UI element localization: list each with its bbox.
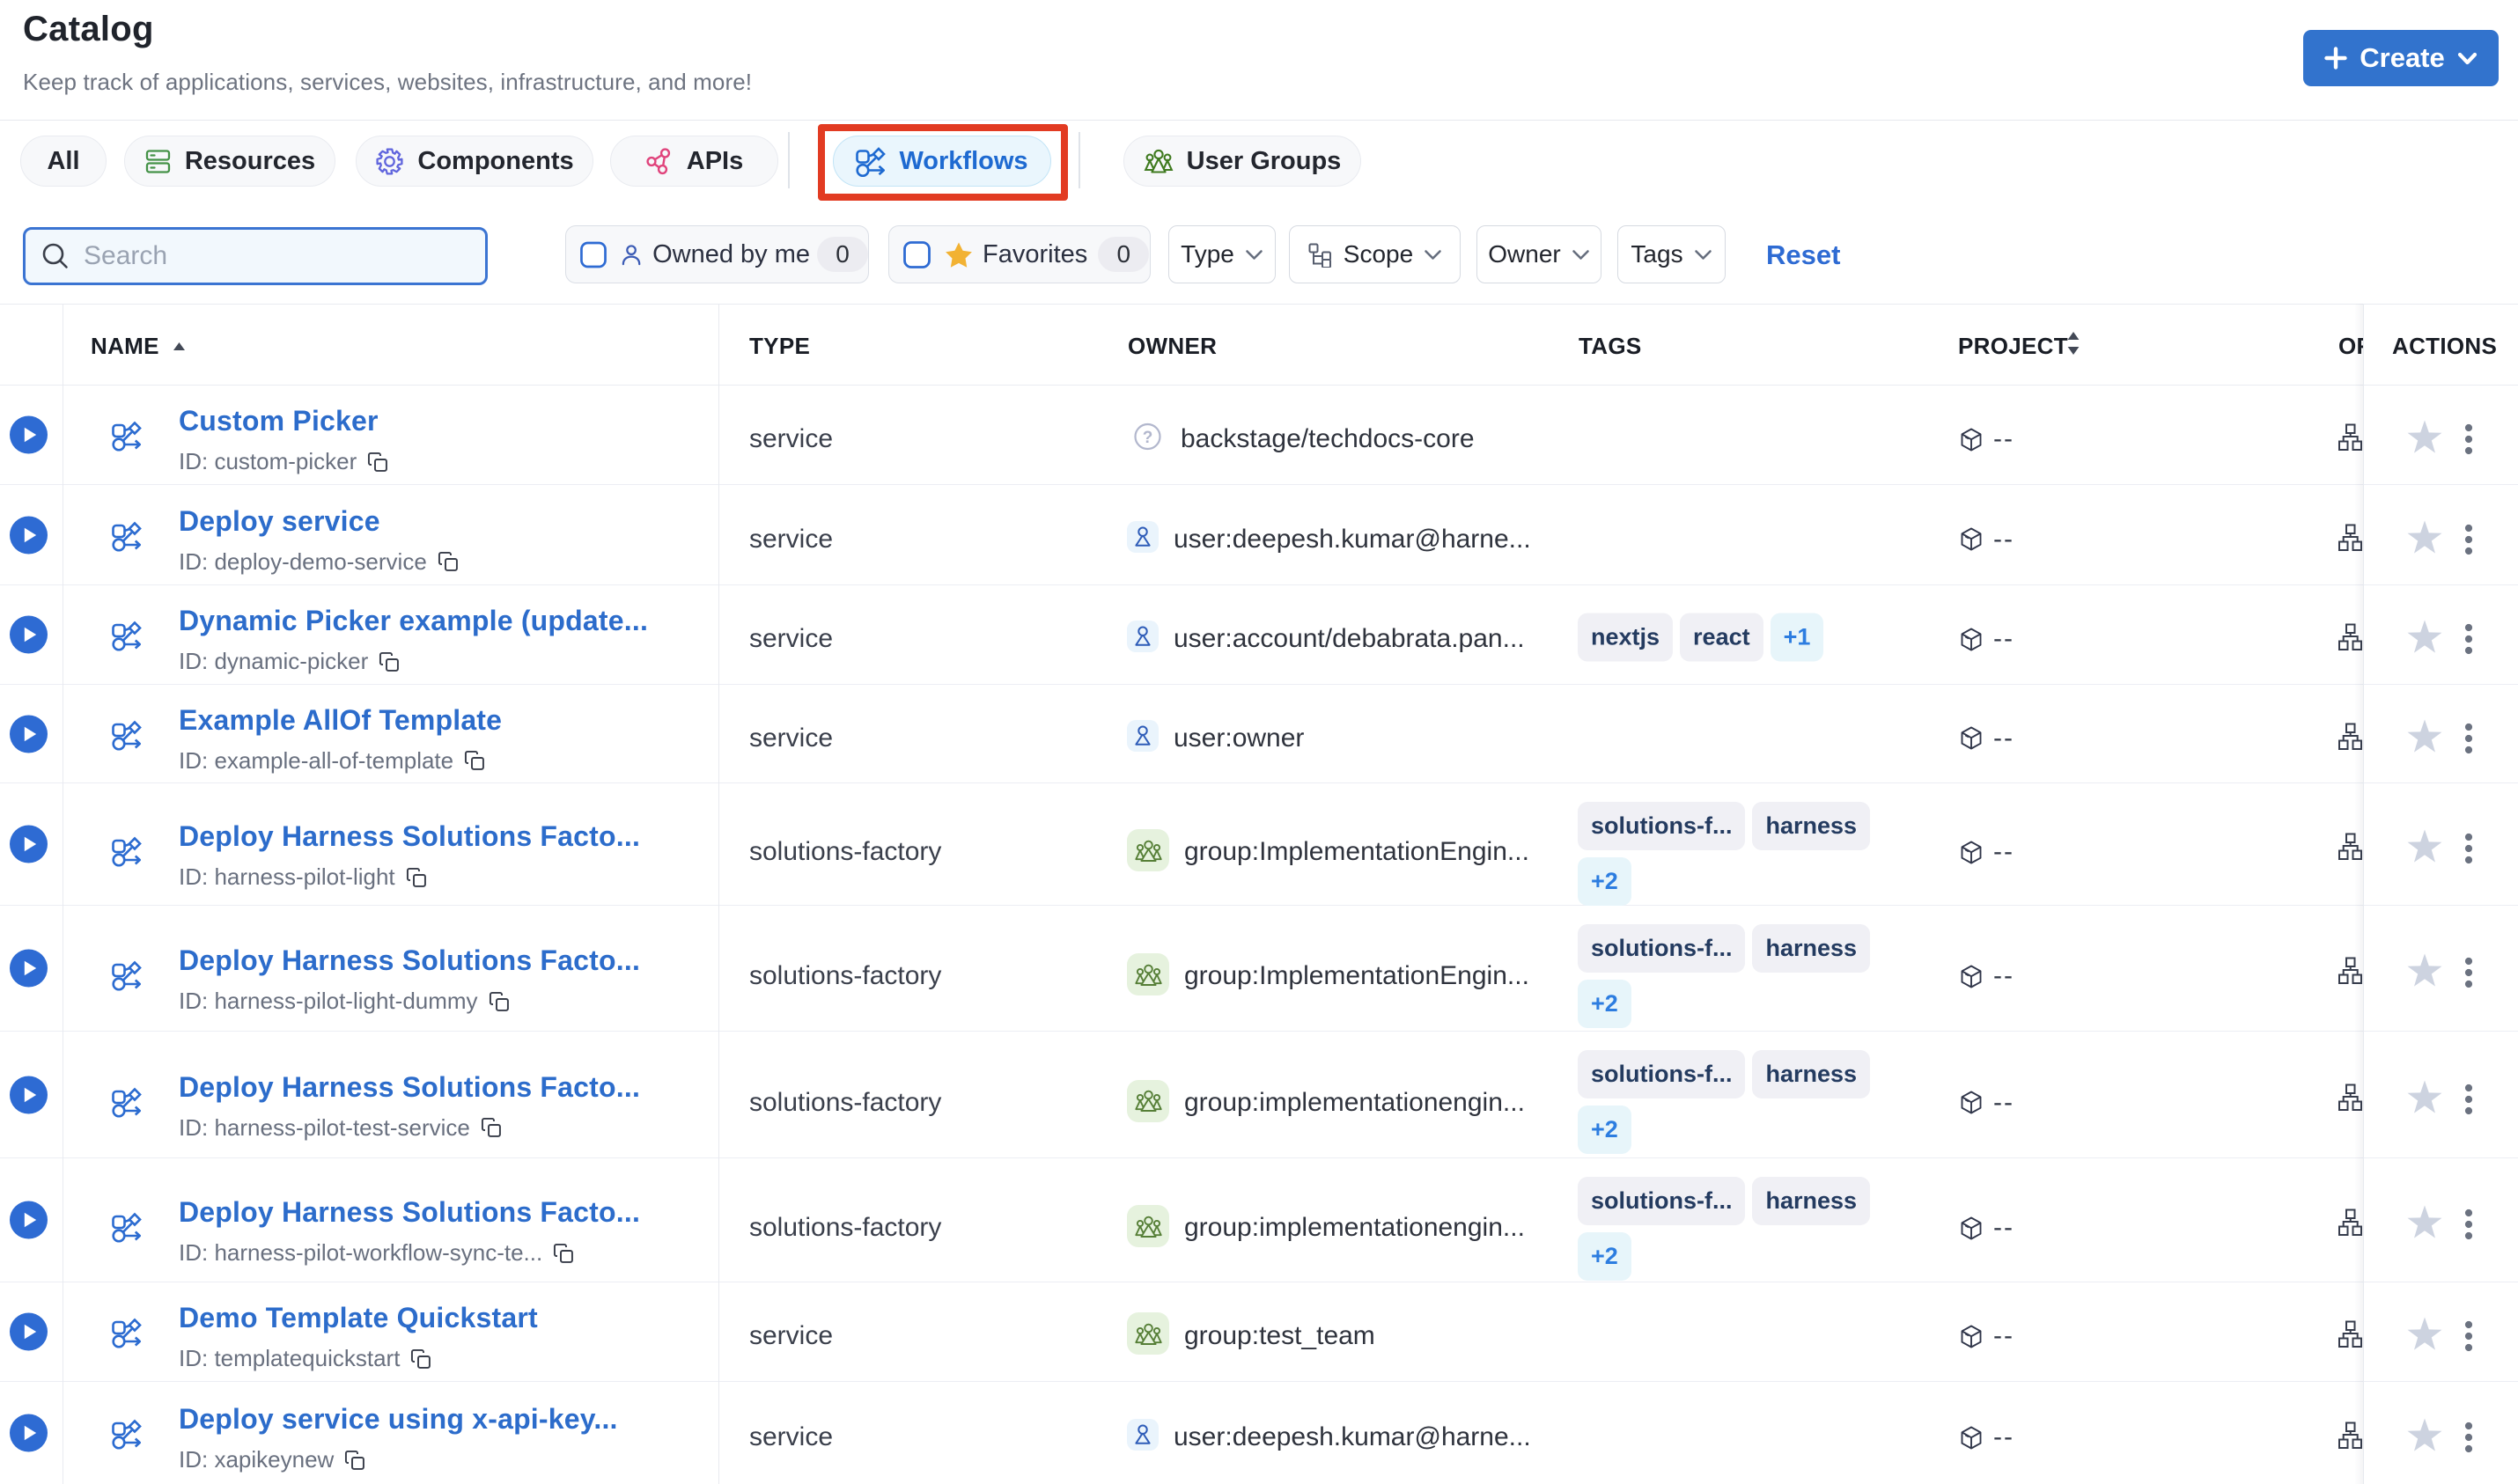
svg-text:?: ? — [1143, 429, 1153, 447]
